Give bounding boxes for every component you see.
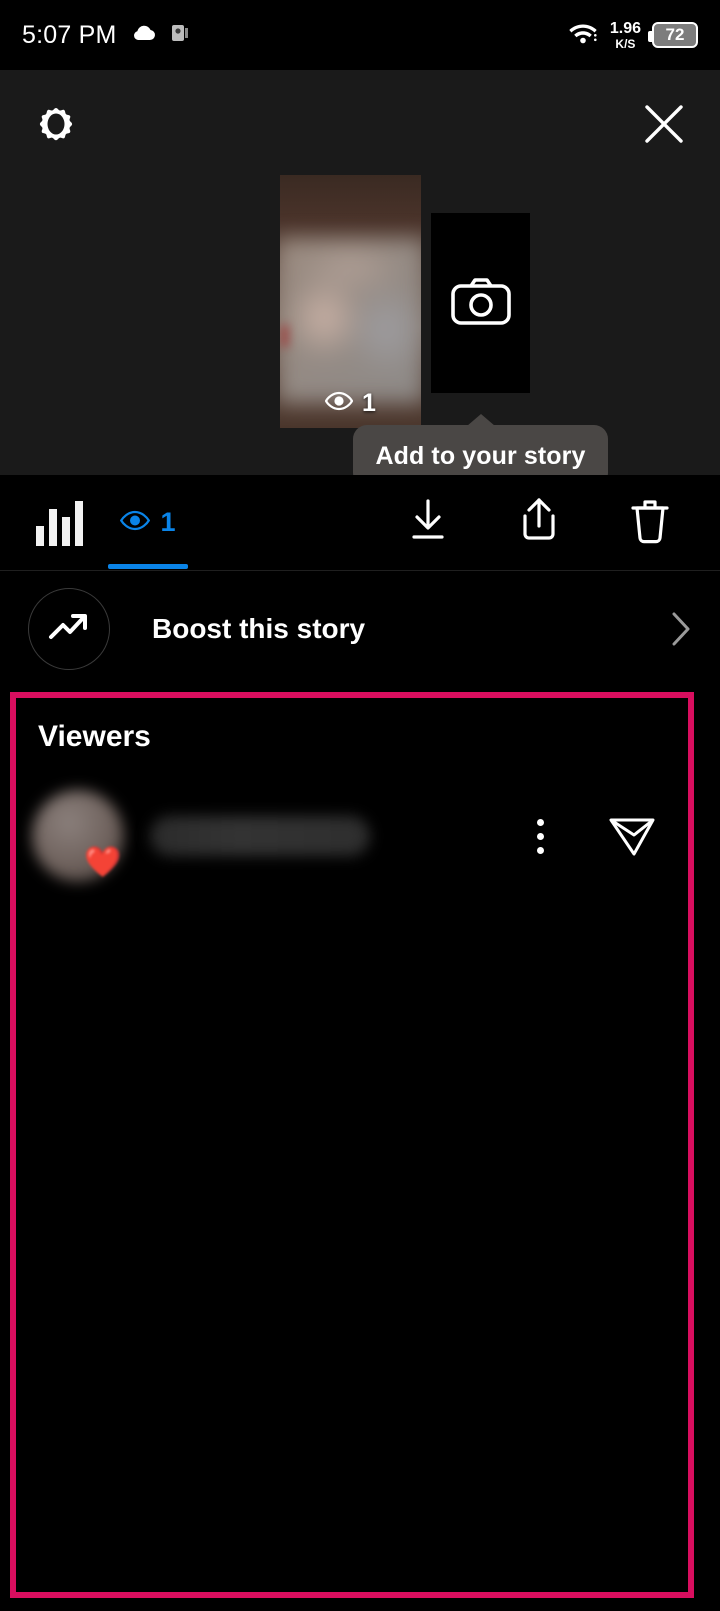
status-bar-left: 5:07 PM: [22, 21, 189, 50]
send-message-icon: [607, 810, 657, 863]
cloud-icon: [131, 23, 157, 48]
tab-viewers[interactable]: 1: [108, 475, 188, 570]
story-thumbnail-view-count: 1: [280, 389, 421, 418]
send-message-button[interactable]: [604, 808, 660, 864]
wifi-icon: [567, 20, 599, 51]
viewers-count: 1: [160, 507, 176, 537]
eye-icon: [120, 510, 151, 536]
story-thumbnail-carousel: 1: [0, 70, 720, 475]
camera-icon: [450, 275, 512, 332]
status-bar: 5:07 PM 1.96 K/S 72: [0, 0, 720, 70]
eye-icon: [324, 389, 354, 418]
dot-1: [537, 818, 544, 826]
delete-button[interactable]: [622, 495, 678, 551]
tab-insights[interactable]: [36, 496, 88, 546]
story-action-bar: 1: [0, 475, 720, 570]
chevron-right-icon: [670, 610, 692, 648]
boost-story-label: Boost this story: [152, 612, 366, 644]
share-icon: [517, 496, 561, 549]
status-bar-right: 1.96 K/S 72: [567, 20, 698, 51]
download-button[interactable]: [400, 495, 456, 551]
reaction-heart-badge: ❤️: [84, 846, 122, 879]
viewer-list-item[interactable]: ❤️: [16, 786, 688, 886]
tooltip-label: Add to your story: [375, 441, 586, 470]
add-to-story-camera-tile[interactable]: [431, 213, 530, 393]
app-notification-icon: [171, 23, 189, 48]
story-action-icons: [400, 475, 678, 570]
bar-chart-bar-4: [75, 501, 83, 546]
battery-level: 72: [665, 25, 685, 44]
bar-chart-bar-3: [62, 517, 70, 546]
active-tab-indicator: [108, 564, 188, 569]
bar-chart-bar-1: [36, 526, 44, 546]
story-thumbnail[interactable]: 1: [280, 175, 421, 428]
boost-story-row[interactable]: Boost this story: [0, 571, 720, 686]
trending-up-icon: [46, 606, 92, 651]
status-bar-clock: 5:07 PM: [22, 20, 117, 49]
viewer-username: [150, 816, 370, 856]
story-thumbnail-image: [280, 239, 421, 403]
viewers-panel: Viewers ❤️: [10, 692, 694, 1598]
story-thumbnail-detail: [281, 325, 288, 347]
download-icon: [406, 497, 450, 548]
battery-indicator: 72: [648, 22, 698, 48]
trash-icon: [628, 496, 672, 549]
viewer-row-actions: [537, 808, 672, 864]
network-speed-unit: K/S: [615, 36, 636, 51]
viewers-title: Viewers: [38, 720, 151, 753]
story-preview-header: 1 Add to your story: [0, 70, 720, 487]
avatar[interactable]: ❤️: [32, 790, 124, 882]
story-view-count-value: 1: [362, 389, 376, 417]
share-button[interactable]: [511, 495, 567, 551]
network-speed: 1.96 K/S: [609, 19, 641, 51]
more-options-icon[interactable]: [537, 818, 544, 854]
boost-icon-circle: [28, 587, 110, 670]
dot-3: [537, 846, 544, 854]
dot-2: [537, 832, 544, 840]
network-speed-value: 1.96: [609, 19, 641, 37]
bar-chart-bar-2: [49, 509, 57, 546]
